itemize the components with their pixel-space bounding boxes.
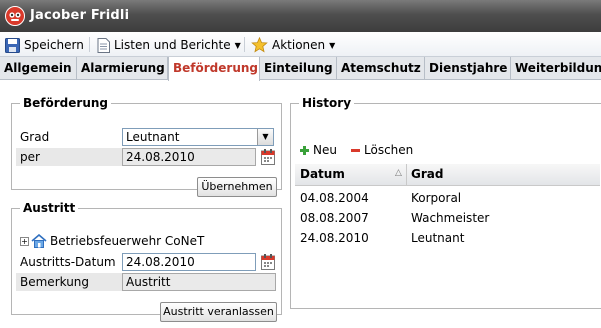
promotion-fieldset: Beförderung Grad Leutnant ▼ per 24.08.20…: [11, 96, 282, 197]
new-button[interactable]: Neu: [300, 143, 337, 157]
actions-menu[interactable]: Aktionen ▼: [251, 36, 335, 54]
save-button[interactable]: Speichern: [5, 36, 84, 54]
table-row[interactable]: 24.08.2010 Leutnant: [295, 228, 600, 248]
exit-date-label: Austritts-Datum: [20, 255, 116, 269]
history-toolbar: Neu Löschen: [293, 140, 600, 162]
row-date: 08.08.2007: [300, 211, 369, 225]
grade-select-value: Leutnant: [126, 130, 180, 144]
tab-alarmierung[interactable]: Alarmierung: [77, 57, 168, 80]
toolbar: Speichern Listen und Berichte ▼ Aktionen…: [0, 32, 601, 57]
toolbar-separator: [244, 37, 245, 52]
remark-label: Bemerkung: [16, 273, 122, 291]
history-fieldset: History Neu Löschen Datum △ Grad 04.08.2…: [290, 96, 601, 309]
tab-atemschutz[interactable]: Atemschutz: [337, 57, 425, 80]
fire-brigade-logo-icon: [5, 6, 25, 26]
tab-bar: Allgemein Alarmierung Beförderung Eintei…: [0, 57, 601, 81]
toolbar-separator: [89, 37, 90, 52]
new-button-label: Neu: [313, 143, 337, 157]
house-icon: [31, 234, 47, 248]
expand-icon[interactable]: +: [20, 236, 29, 246]
delete-button-label: Löschen: [364, 143, 414, 157]
tab-befoerderung[interactable]: Beförderung: [168, 57, 260, 81]
lists-reports-label: Listen und Berichte: [114, 38, 231, 52]
date-label: per: [16, 148, 122, 166]
title-bar: Jacober Fridli: [0, 0, 601, 32]
exit-fieldset: Austritt + Betriebsfeuerwehr CoNeT Austr…: [11, 201, 282, 322]
floppy-disk-icon: [5, 37, 20, 53]
row-grade: Wachmeister: [411, 211, 490, 225]
row-grade: Leutnant: [411, 231, 465, 245]
exit-legend: Austritt: [23, 201, 76, 215]
promotion-legend: Beförderung: [23, 96, 108, 110]
window-title: Jacober Fridli: [30, 8, 130, 23]
delete-button[interactable]: Löschen: [351, 143, 413, 157]
chevron-down-icon: ▼: [234, 40, 241, 50]
sort-ascending-icon[interactable]: △: [395, 168, 402, 178]
exit-date-value: 24.08.2010: [126, 255, 195, 269]
lists-reports-menu[interactable]: Listen und Berichte ▼: [97, 36, 241, 54]
content-area: Beförderung Grad Leutnant ▼ per 24.08.20…: [0, 81, 601, 328]
calendar-icon[interactable]: [261, 149, 275, 165]
document-icon: [97, 37, 110, 53]
tab-einteilung[interactable]: Einteilung: [260, 57, 337, 80]
history-table-header: Datum △ Grad: [295, 164, 600, 186]
grade-select[interactable]: Leutnant ▼: [122, 128, 274, 146]
history-legend: History: [302, 96, 352, 110]
column-divider: [406, 164, 407, 186]
column-header-date[interactable]: Datum: [300, 167, 345, 181]
tab-dienstjahre[interactable]: Dienstjahre: [425, 57, 511, 80]
save-button-label: Speichern: [24, 38, 84, 52]
chevron-down-icon: ▼: [329, 40, 336, 50]
calendar-icon[interactable]: [261, 254, 275, 270]
tab-allgemein[interactable]: Allgemein: [0, 57, 77, 80]
actions-label: Aktionen: [272, 38, 326, 52]
exit-date-field[interactable]: 24.08.2010: [122, 253, 256, 271]
star-icon: [251, 37, 268, 53]
chevron-down-icon[interactable]: ▼: [257, 129, 273, 145]
apply-button[interactable]: Übernehmen: [197, 177, 277, 197]
table-row[interactable]: 08.08.2007 Wachmeister: [295, 208, 600, 228]
minus-icon: [351, 148, 360, 152]
column-header-grade[interactable]: Grad: [411, 167, 443, 181]
row-date: 04.08.2004: [300, 191, 369, 205]
tab-weiterbildung[interactable]: Weiterbildung: [511, 57, 601, 80]
plus-icon: [300, 145, 309, 155]
exit-submit-button[interactable]: Austritt veranlassen: [160, 302, 277, 322]
remark-field[interactable]: Austritt: [122, 273, 276, 291]
table-row[interactable]: 04.08.2004 Korporal: [295, 188, 600, 208]
promotion-date-field[interactable]: 24.08.2010: [122, 148, 256, 166]
row-grade: Korporal: [411, 191, 462, 205]
grade-label: Grad: [20, 130, 50, 144]
promotion-date-value: 24.08.2010: [126, 150, 195, 164]
org-label: Betriebsfeuerwehr CoNeT: [50, 234, 205, 248]
row-date: 24.08.2010: [300, 231, 369, 245]
org-tree-node[interactable]: + Betriebsfeuerwehr CoNeT: [20, 234, 204, 248]
remark-value: Austritt: [126, 275, 171, 289]
